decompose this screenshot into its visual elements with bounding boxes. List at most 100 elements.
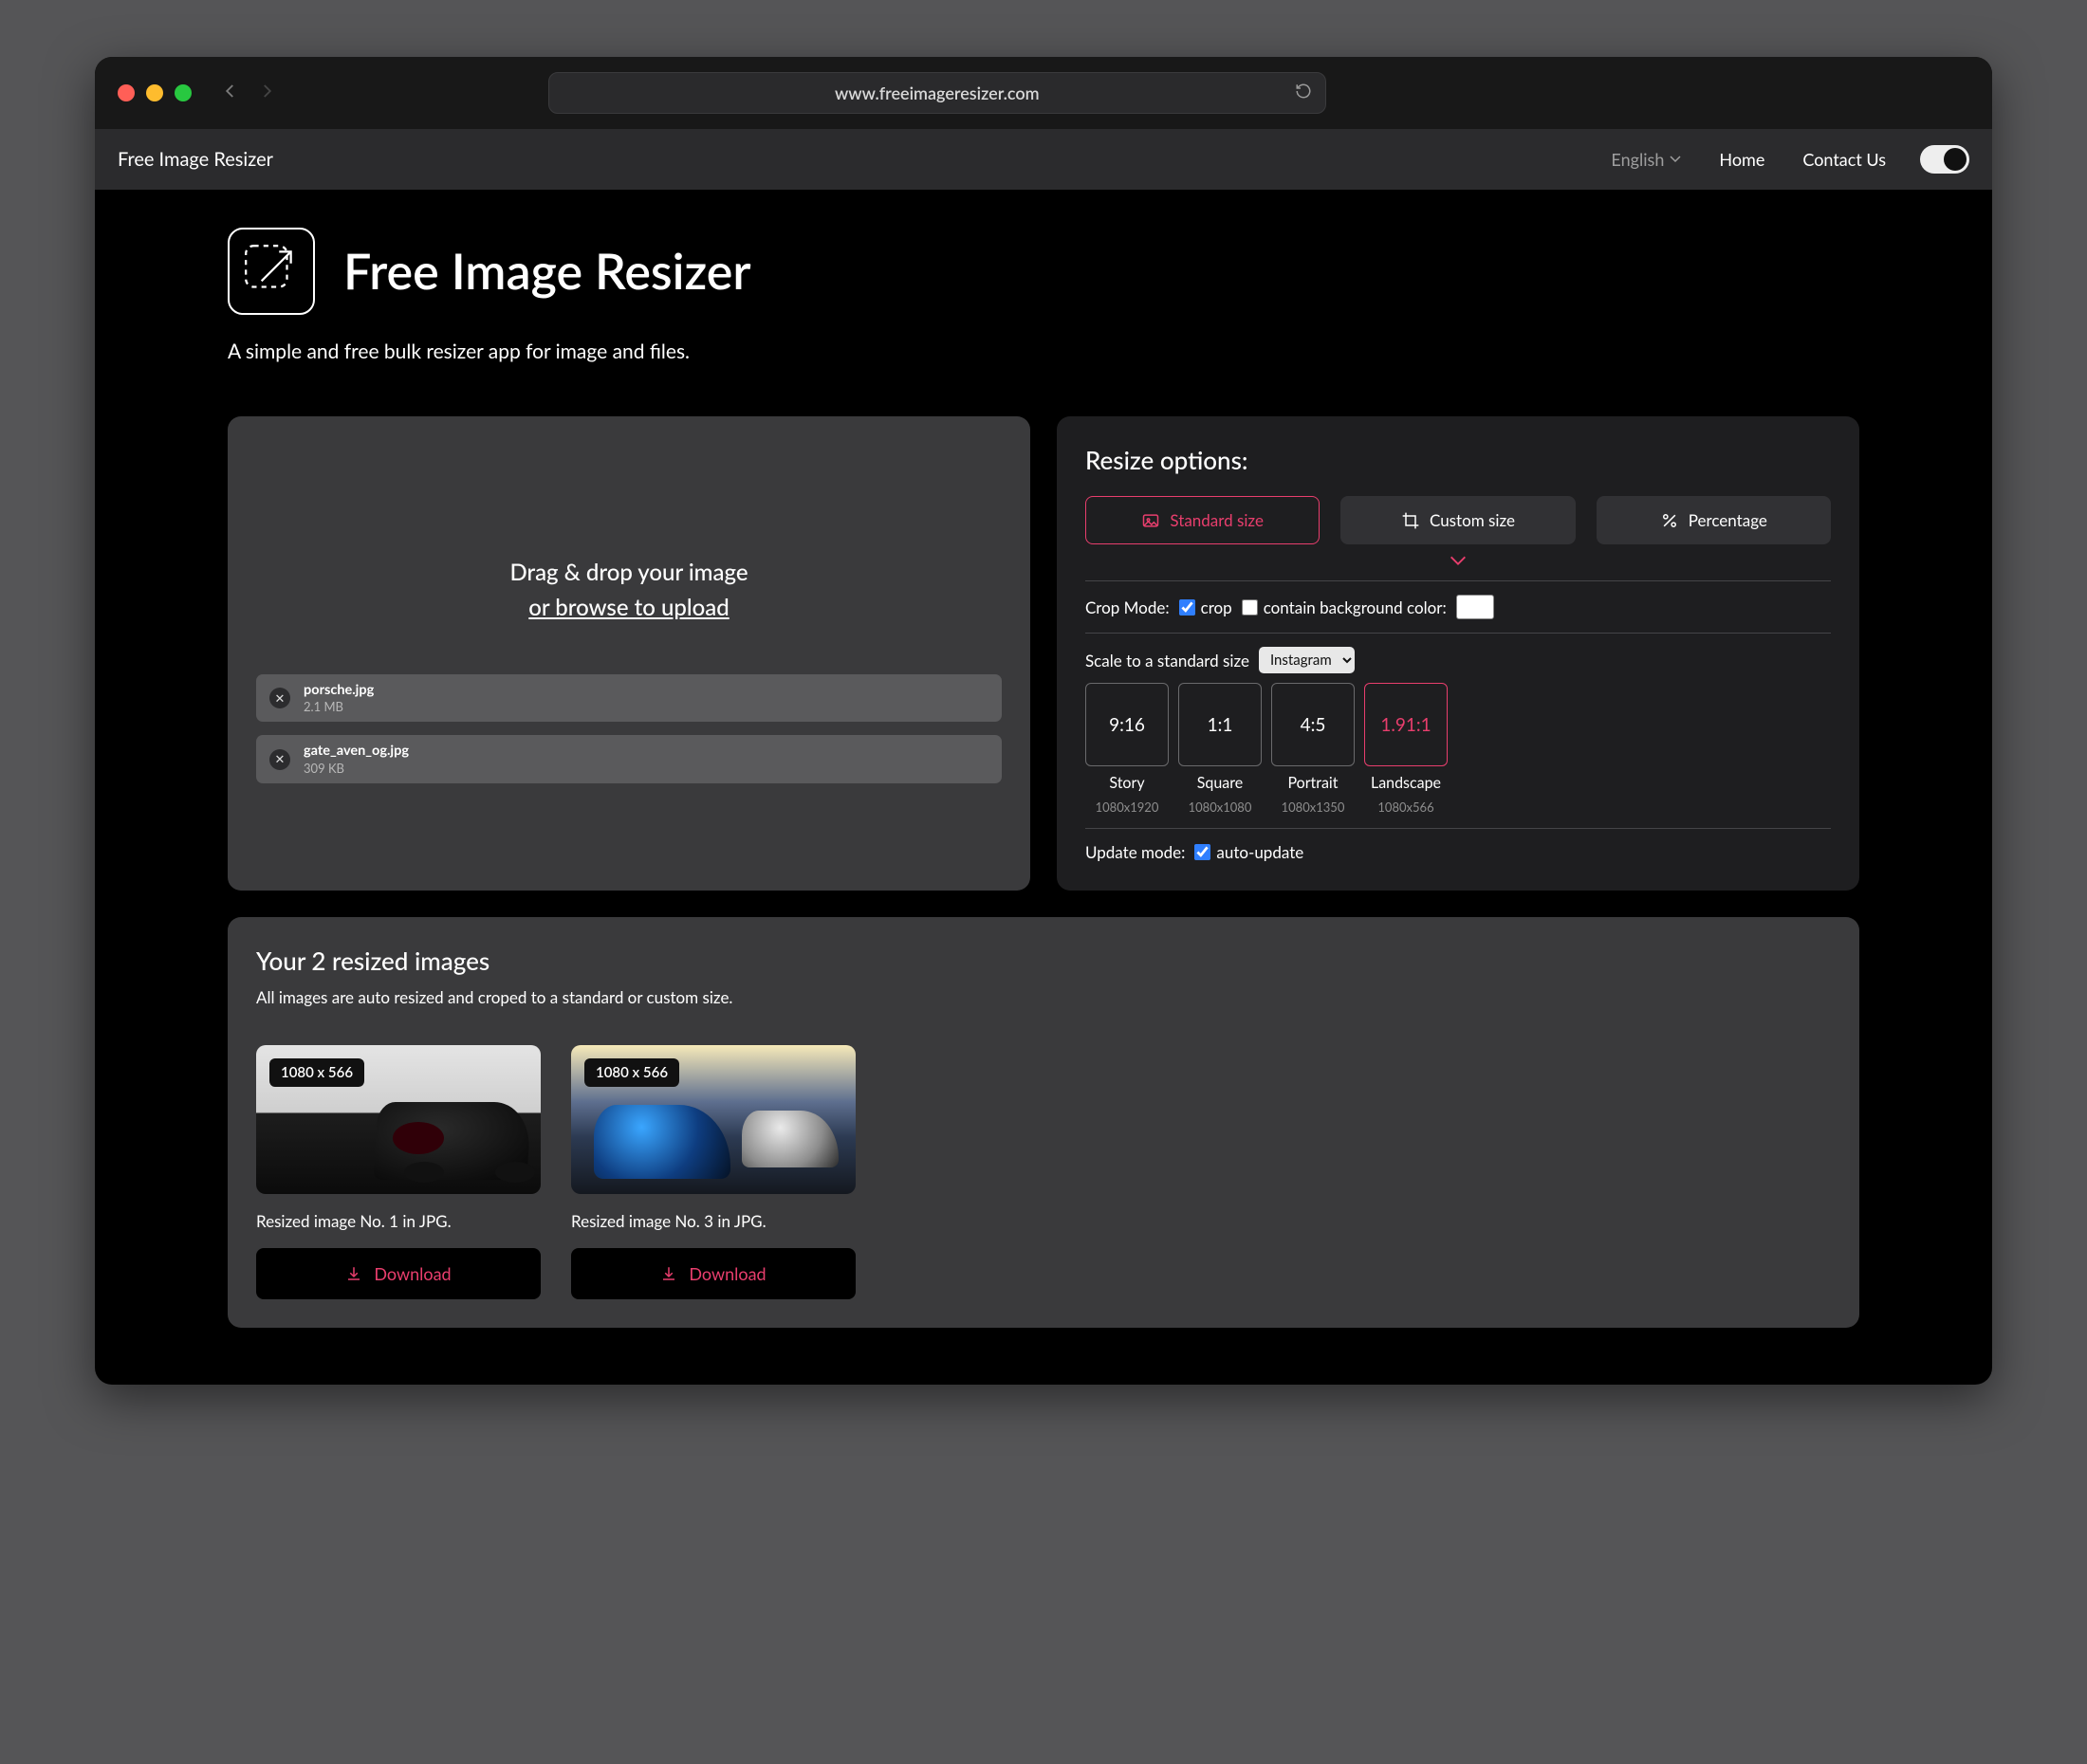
dimension-badge: 1080 x 566: [584, 1058, 679, 1087]
toggle-knob: [1944, 148, 1967, 171]
ratio-button[interactable]: 9:16: [1085, 683, 1169, 766]
nav-forward-button[interactable]: [258, 83, 275, 103]
options-card: Resize options: Standard size Custom siz…: [1057, 416, 1859, 891]
results-card: Your 2 resized images All images are aut…: [228, 917, 1859, 1328]
file-size: 309 KB: [304, 761, 409, 776]
url-bar[interactable]: www.freeimageresizer.com: [548, 72, 1326, 114]
crop-checkbox-input[interactable]: [1179, 599, 1195, 616]
window-close-button[interactable]: [118, 84, 135, 101]
file-name: porsche.jpg: [304, 682, 374, 699]
ratio-story: 9:16 Story 1080x1920: [1085, 683, 1169, 815]
file-name: gate_aven_og.jpg: [304, 743, 409, 760]
results-sub: All images are auto resized and croped t…: [256, 987, 1831, 1007]
result-caption: Resized image No. 3 in JPG.: [571, 1211, 856, 1231]
ratio-button[interactable]: 1.91:1: [1364, 683, 1448, 766]
ratio-dim: 1080x1080: [1189, 799, 1252, 815]
page-title: Free Image Resizer: [343, 242, 751, 301]
tab-label: Standard size: [1170, 510, 1264, 530]
traffic-lights: [118, 84, 192, 101]
results-heading: Your 2 resized images: [256, 946, 1831, 976]
language-label: English: [1611, 149, 1664, 170]
crop-mode-label: Crop Mode:: [1085, 597, 1170, 617]
download-button[interactable]: Download: [256, 1248, 541, 1299]
scale-row: Scale to a standard size Instagram: [1085, 647, 1831, 673]
hero: Free Image Resizer: [228, 228, 1859, 315]
ratio-dim: 1080x1920: [1096, 799, 1159, 815]
upload-card[interactable]: Drag & drop your image or browse to uplo…: [228, 416, 1030, 891]
window-zoom-button[interactable]: [175, 84, 192, 101]
file-item: ✕ porsche.jpg 2.1 MB: [256, 674, 1002, 722]
remove-file-button[interactable]: ✕: [269, 688, 290, 708]
chevron-down-icon: [1670, 156, 1681, 163]
tab-standard-size[interactable]: Standard size: [1085, 496, 1320, 544]
ratio-label: Square: [1197, 774, 1243, 792]
drag-text: Drag & drop your image: [509, 559, 748, 586]
download-icon: [660, 1265, 677, 1282]
background-color-picker[interactable]: [1456, 595, 1494, 619]
ratio-landscape: 1.91:1 Landscape 1080x566: [1364, 683, 1448, 815]
contain-label: contain background color:: [1264, 597, 1447, 617]
ratio-label: Portrait: [1287, 774, 1338, 792]
ratio-label: Landscape: [1371, 774, 1441, 792]
results-list: 1080 x 566 Resized image No. 1 in JPG. D…: [256, 1045, 1831, 1299]
tab-label: Custom size: [1430, 510, 1515, 530]
result-thumbnail: 1080 x 566: [571, 1045, 856, 1194]
page-subtitle: A simple and free bulk resizer app for i…: [228, 340, 1859, 363]
auto-update-checkbox-input[interactable]: [1194, 844, 1210, 860]
url-text: www.freeimageresizer.com: [835, 83, 1040, 103]
size-mode-tabs: Standard size Custom size Percentage: [1085, 496, 1831, 544]
result-thumbnail: 1080 x 566: [256, 1045, 541, 1194]
percent-icon: [1660, 511, 1679, 530]
drop-zone[interactable]: Drag & drop your image or browse to uplo…: [509, 559, 748, 621]
update-mode-label: Update mode:: [1085, 842, 1185, 862]
ratio-portrait: 4:5 Portrait 1080x1350: [1271, 683, 1355, 815]
site-navbar: Free Image Resizer English Home Contact …: [95, 129, 1992, 190]
tab-label: Percentage: [1689, 510, 1767, 530]
crop-checkbox[interactable]: crop: [1179, 597, 1232, 617]
ratio-square: 1:1 Square 1080x1080: [1178, 683, 1262, 815]
ratio-button[interactable]: 4:5: [1271, 683, 1355, 766]
language-dropdown[interactable]: English: [1611, 149, 1681, 170]
update-mode-row: Update mode: auto-update: [1085, 842, 1831, 862]
browser-window: www.freeimageresizer.com Free Image Resi…: [95, 57, 1992, 1385]
auto-update-label: auto-update: [1216, 842, 1303, 862]
dimension-badge: 1080 x 566: [269, 1058, 364, 1087]
download-button[interactable]: Download: [571, 1248, 856, 1299]
theme-toggle[interactable]: [1920, 145, 1969, 174]
ratio-label: Story: [1109, 774, 1144, 792]
ratio-dim: 1080x566: [1377, 799, 1433, 815]
file-item: ✕ gate_aven_og.jpg 309 KB: [256, 735, 1002, 782]
brand-text: Free Image Resizer: [118, 148, 273, 171]
download-label: Download: [689, 1263, 766, 1284]
aspect-ratio-list: 9:16 Story 1080x1920 1:1 Square 1080x108…: [1085, 683, 1831, 815]
crop-icon: [1401, 511, 1420, 530]
ratio-button[interactable]: 1:1: [1178, 683, 1262, 766]
ratio-dim: 1080x1350: [1282, 799, 1345, 815]
app-logo: [228, 228, 315, 315]
tab-percentage[interactable]: Percentage: [1597, 496, 1831, 544]
scale-label: Scale to a standard size: [1085, 651, 1249, 671]
contain-checkbox[interactable]: contain background color:: [1242, 597, 1447, 617]
image-icon: [1141, 511, 1160, 530]
nav-contact[interactable]: Contact Us: [1802, 149, 1886, 170]
tab-custom-size[interactable]: Custom size: [1340, 496, 1575, 544]
options-heading: Resize options:: [1085, 445, 1831, 475]
download-icon: [345, 1265, 362, 1282]
browse-link[interactable]: or browse to upload: [509, 594, 748, 621]
contain-checkbox-input[interactable]: [1242, 599, 1258, 616]
nav-home[interactable]: Home: [1719, 149, 1764, 170]
page-content: Free Image Resizer A simple and free bul…: [95, 190, 1992, 1385]
browser-chrome: www.freeimageresizer.com: [95, 57, 1992, 129]
nav-back-button[interactable]: [222, 83, 239, 103]
refresh-icon[interactable]: [1295, 83, 1312, 103]
window-minimize-button[interactable]: [146, 84, 163, 101]
auto-update-checkbox[interactable]: auto-update: [1194, 842, 1303, 862]
file-list: ✕ porsche.jpg 2.1 MB ✕ gate_aven_og.jpg …: [256, 674, 1002, 783]
result-caption: Resized image No. 1 in JPG.: [256, 1211, 541, 1231]
crop-mode-row: Crop Mode: crop contain background color…: [1085, 595, 1831, 619]
result-item: 1080 x 566 Resized image No. 1 in JPG. D…: [256, 1045, 541, 1299]
crop-label: crop: [1201, 597, 1232, 617]
scale-select[interactable]: Instagram: [1259, 647, 1355, 673]
remove-file-button[interactable]: ✕: [269, 749, 290, 770]
result-item: 1080 x 566 Resized image No. 3 in JPG. D…: [571, 1045, 856, 1299]
